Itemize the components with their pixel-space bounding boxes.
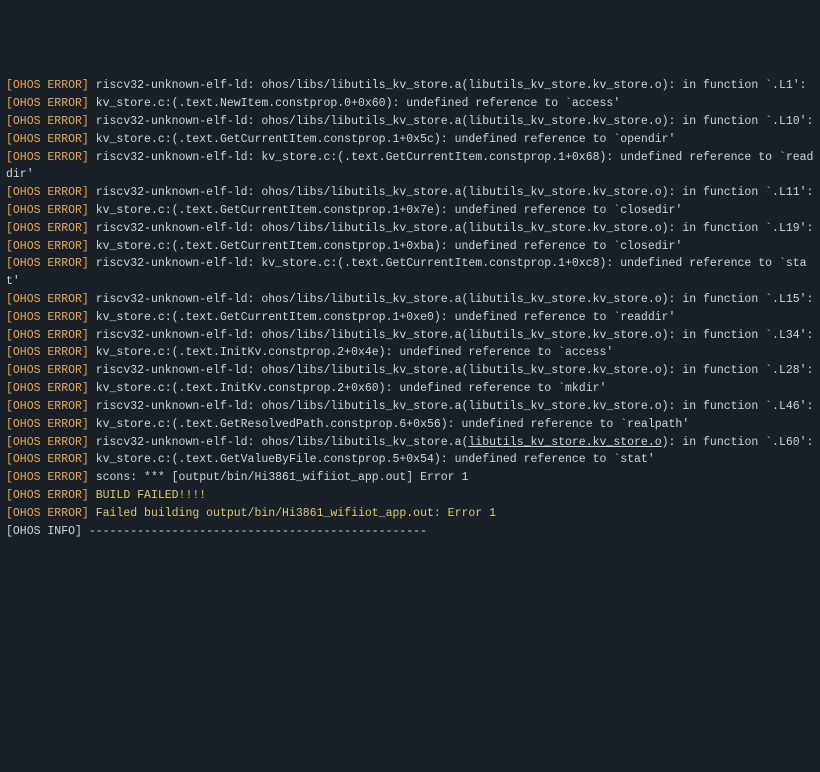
log-message: riscv32-unknown-elf-ld: ohos/libs/libuti… — [89, 436, 814, 449]
error-tag: [OHOS ERROR] — [6, 222, 89, 235]
log-message: riscv32-unknown-elf-ld: ohos/libs/libuti… — [89, 293, 814, 306]
error-tag: [OHOS ERROR] — [6, 436, 89, 449]
error-tag: [OHOS ERROR] — [6, 453, 89, 466]
log-line: [OHOS ERROR] kv_store.c:(.text.NewItem.c… — [6, 95, 814, 113]
error-tag: [OHOS ERROR] — [6, 293, 89, 306]
error-tag: [OHOS ERROR] — [6, 346, 89, 359]
log-line: [OHOS ERROR] kv_store.c:(.text.GetValueB… — [6, 451, 814, 469]
log-message: kv_store.c:(.text.GetCurrentItem.constpr… — [89, 133, 676, 146]
error-tag: [OHOS ERROR] — [6, 151, 89, 164]
error-tag: [OHOS ERROR] — [6, 115, 89, 128]
log-line: [OHOS ERROR] riscv32-unknown-elf-ld: oho… — [6, 77, 814, 95]
error-tag: [OHOS ERROR] — [6, 507, 89, 520]
log-message: kv_store.c:(.text.GetCurrentItem.constpr… — [89, 311, 676, 324]
error-tag: [OHOS ERROR] — [6, 418, 89, 431]
log-line: [OHOS ERROR] riscv32-unknown-elf-ld: kv_… — [6, 255, 814, 291]
log-message: riscv32-unknown-elf-ld: ohos/libs/libuti… — [89, 79, 807, 92]
error-tag: [OHOS ERROR] — [6, 257, 89, 270]
log-line: [OHOS ERROR] riscv32-unknown-elf-ld: oho… — [6, 398, 814, 416]
error-tag: [OHOS ERROR] — [6, 364, 89, 377]
log-line: [OHOS ERROR] kv_store.c:(.text.InitKv.co… — [6, 380, 814, 398]
log-line: [OHOS ERROR] riscv32-unknown-elf-ld: oho… — [6, 434, 814, 452]
log-message: kv_store.c:(.text.GetCurrentItem.constpr… — [89, 240, 683, 253]
error-tag: [OHOS ERROR] — [6, 204, 89, 217]
log-message: Failed building output/bin/Hi3861_wifiio… — [89, 507, 496, 520]
log-message: ----------------------------------------… — [82, 525, 427, 538]
error-tag: [OHOS ERROR] — [6, 79, 89, 92]
log-line: [OHOS ERROR] riscv32-unknown-elf-ld: kv_… — [6, 149, 814, 185]
log-message: kv_store.c:(.text.NewItem.constprop.0+0x… — [89, 97, 620, 110]
error-tag: [OHOS ERROR] — [6, 471, 89, 484]
log-message: riscv32-unknown-elf-ld: ohos/libs/libuti… — [89, 222, 814, 235]
log-line: [OHOS ERROR] riscv32-unknown-elf-ld: oho… — [6, 362, 814, 380]
error-tag: [OHOS ERROR] — [6, 489, 89, 502]
log-line: [OHOS ERROR] kv_store.c:(.text.GetCurren… — [6, 238, 814, 256]
error-tag: [OHOS ERROR] — [6, 133, 89, 146]
log-line: [OHOS ERROR] riscv32-unknown-elf-ld: oho… — [6, 220, 814, 238]
log-line: [OHOS ERROR] scons: *** [output/bin/Hi38… — [6, 469, 814, 487]
log-message: kv_store.c:(.text.GetCurrentItem.constpr… — [89, 204, 683, 217]
log-line: [OHOS ERROR] riscv32-unknown-elf-ld: oho… — [6, 184, 814, 202]
log-message: kv_store.c:(.text.InitKv.constprop.2+0x4… — [89, 346, 614, 359]
error-tag: [OHOS ERROR] — [6, 329, 89, 342]
log-line: [OHOS ERROR] kv_store.c:(.text.GetResolv… — [6, 416, 814, 434]
log-message: riscv32-unknown-elf-ld: kv_store.c:(.tex… — [6, 257, 807, 288]
log-message: scons: *** [output/bin/Hi3861_wifiiot_ap… — [89, 471, 469, 484]
log-message: riscv32-unknown-elf-ld: kv_store.c:(.tex… — [6, 151, 813, 182]
log-line: [OHOS ERROR] riscv32-unknown-elf-ld: oho… — [6, 291, 814, 309]
log-line: [OHOS ERROR] Failed building output/bin/… — [6, 505, 814, 523]
log-line: [OHOS ERROR] kv_store.c:(.text.InitKv.co… — [6, 344, 814, 362]
error-tag: [OHOS ERROR] — [6, 311, 89, 324]
log-line: [OHOS ERROR] kv_store.c:(.text.GetCurren… — [6, 131, 814, 149]
underlined-text: libutils_kv_store.kv_store.o — [468, 436, 661, 449]
error-tag: [OHOS ERROR] — [6, 97, 89, 110]
error-tag: [OHOS ERROR] — [6, 400, 89, 413]
log-line: [OHOS ERROR] kv_store.c:(.text.GetCurren… — [6, 309, 814, 327]
log-message: BUILD FAILED!!!! — [89, 489, 206, 502]
log-message: riscv32-unknown-elf-ld: ohos/libs/libuti… — [89, 400, 814, 413]
log-message: riscv32-unknown-elf-ld: ohos/libs/libuti… — [89, 186, 814, 199]
log-line: [OHOS ERROR] riscv32-unknown-elf-ld: oho… — [6, 327, 814, 345]
error-tag: [OHOS ERROR] — [6, 186, 89, 199]
log-line: [OHOS ERROR] BUILD FAILED!!!! — [6, 487, 814, 505]
log-message: kv_store.c:(.text.InitKv.constprop.2+0x6… — [89, 382, 607, 395]
log-message: kv_store.c:(.text.GetValueByFile.constpr… — [89, 453, 655, 466]
log-line: [OHOS ERROR] kv_store.c:(.text.GetCurren… — [6, 202, 814, 220]
log-message: riscv32-unknown-elf-ld: ohos/libs/libuti… — [89, 115, 814, 128]
log-line: [OHOS INFO] ----------------------------… — [6, 523, 814, 541]
error-tag: [OHOS ERROR] — [6, 240, 89, 253]
log-line: [OHOS ERROR] riscv32-unknown-elf-ld: oho… — [6, 113, 814, 131]
terminal-output: [OHOS ERROR] riscv32-unknown-elf-ld: oho… — [6, 77, 814, 540]
info-tag: [OHOS INFO] — [6, 525, 82, 538]
log-message: riscv32-unknown-elf-ld: ohos/libs/libuti… — [89, 364, 814, 377]
error-tag: [OHOS ERROR] — [6, 382, 89, 395]
log-message: kv_store.c:(.text.GetResolvedPath.constp… — [89, 418, 689, 431]
log-message: riscv32-unknown-elf-ld: ohos/libs/libuti… — [89, 329, 814, 342]
